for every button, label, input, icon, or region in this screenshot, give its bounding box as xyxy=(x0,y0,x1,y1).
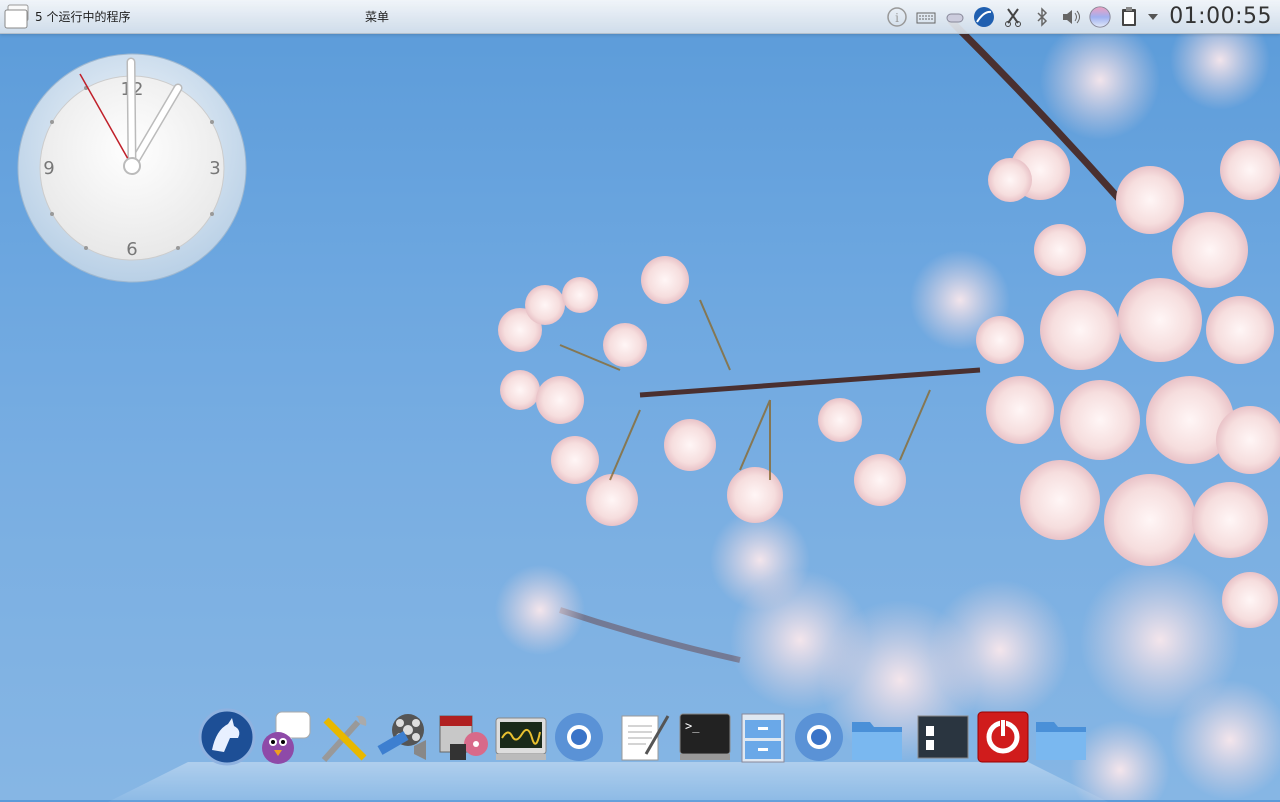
menu-button[interactable]: 菜单 xyxy=(365,8,389,25)
chromium-icon[interactable] xyxy=(550,708,608,766)
display-icon[interactable] xyxy=(914,708,972,766)
file-cabinet-icon[interactable] xyxy=(734,708,792,766)
konqueror-icon[interactable] xyxy=(198,708,256,766)
volume-icon[interactable] xyxy=(1059,5,1083,29)
bluetooth-icon[interactable] xyxy=(1030,5,1054,29)
terminal-icon[interactable]: >_ xyxy=(676,708,734,766)
dock: >_ xyxy=(108,706,1108,802)
info-icon[interactable]: i xyxy=(885,5,909,29)
color-icon[interactable] xyxy=(1088,5,1112,29)
analog-clock-widget[interactable]: 12 3 6 9 xyxy=(16,52,248,284)
clock-numeral-9: 9 xyxy=(43,158,54,179)
top-panel: 5 个运行中的程序 菜单 i 01:00:55 xyxy=(0,0,1280,34)
svg-text:i: i xyxy=(895,11,899,25)
shutdown-icon[interactable] xyxy=(974,708,1032,766)
clock-numeral-6: 6 xyxy=(126,239,137,260)
network-icon[interactable] xyxy=(943,5,967,29)
chromium-icon[interactable] xyxy=(790,708,848,766)
browser-icon[interactable] xyxy=(972,5,996,29)
digital-clock[interactable]: 01:00:55 xyxy=(1169,4,1272,29)
package-installer-icon[interactable] xyxy=(432,708,490,766)
clipboard-icon[interactable] xyxy=(1117,5,1141,29)
system-monitor-icon[interactable] xyxy=(492,708,550,766)
system-settings-icon[interactable] xyxy=(316,708,374,766)
keyboard-icon[interactable] xyxy=(914,5,938,29)
svg-text:>_: >_ xyxy=(685,719,700,733)
folder-icon[interactable] xyxy=(848,708,906,766)
folder-icon[interactable] xyxy=(1032,708,1090,766)
task-switcher-icon[interactable] xyxy=(3,2,31,30)
clock-numeral-3: 3 xyxy=(209,158,220,179)
system-tray: i 01:00:55 xyxy=(885,0,1280,33)
text-editor-icon[interactable] xyxy=(616,708,674,766)
expand-arrow-icon[interactable] xyxy=(1146,5,1160,29)
running-tasks-label[interactable]: 5 个运行中的程序 xyxy=(35,8,130,25)
scissors-icon[interactable] xyxy=(1001,5,1025,29)
pidgin-icon[interactable] xyxy=(256,708,314,766)
media-player-icon[interactable] xyxy=(374,708,432,766)
